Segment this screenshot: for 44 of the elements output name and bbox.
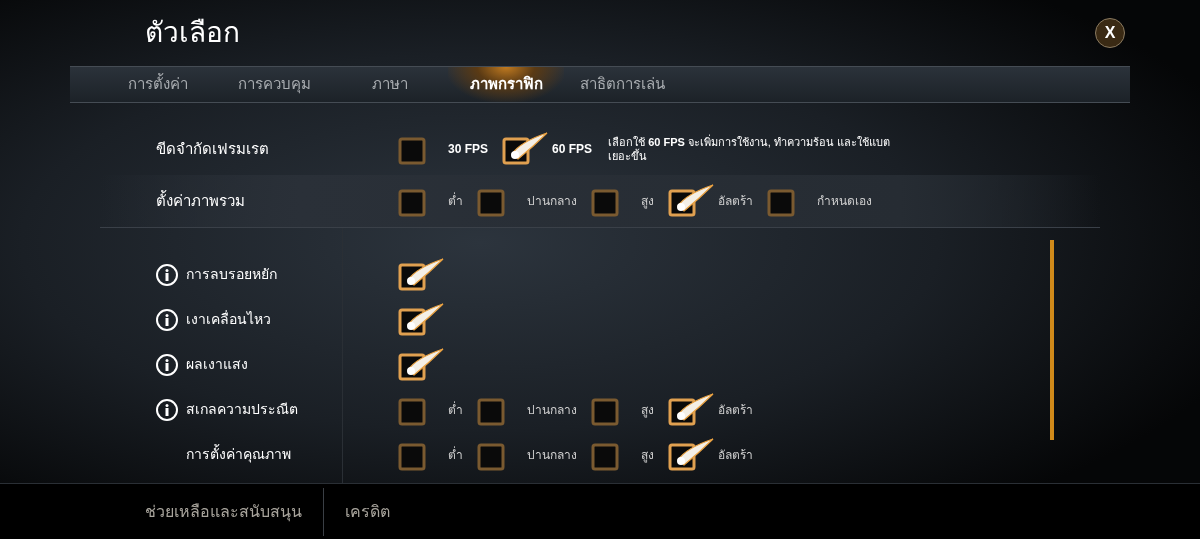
option-label: 30 FPS bbox=[448, 141, 489, 158]
option-label: ปานกลาง bbox=[527, 401, 577, 419]
footer-link[interactable]: ช่วยเหลือและสนับสนุน bbox=[145, 499, 302, 524]
setting-label: ตั้งค่าภาพรวม bbox=[155, 189, 246, 211]
tab[interactable]: ภาพกราฟิก bbox=[448, 67, 564, 102]
footer-link[interactable]: เครดิต bbox=[345, 499, 390, 524]
setting-label: เงาเคลื่อนไหว bbox=[186, 309, 271, 329]
checked-checkbox[interactable] bbox=[398, 302, 444, 337]
option-label: สูง bbox=[641, 446, 654, 464]
option-label: อัลตร้า bbox=[718, 446, 753, 464]
option-label: กำหนดเอง bbox=[817, 193, 872, 210]
setting-label: ขีดจำกัดเฟรมเรต bbox=[155, 138, 270, 159]
checked-checkbox[interactable] bbox=[398, 347, 444, 382]
option-label: อัลตร้า bbox=[718, 193, 753, 210]
option-label: สูง bbox=[641, 401, 654, 419]
note-text: เลือกใช้ 60 FPS จะเพิ่มการใช้งาน, ทำความร้อน และใช้แบตเยอะขึ้น bbox=[608, 135, 892, 163]
option-label: ปานกลาง bbox=[527, 193, 577, 210]
checked-checkbox[interactable] bbox=[668, 184, 714, 218]
tab[interactable]: การตั้งค่า bbox=[100, 67, 216, 102]
option-label: ต่ำ bbox=[448, 192, 463, 210]
checked-checkbox[interactable] bbox=[502, 132, 549, 166]
info-icon[interactable] bbox=[156, 263, 178, 286]
setting-label: การลบรอยหยัก bbox=[186, 265, 277, 284]
scrollbar[interactable] bbox=[1050, 240, 1054, 440]
tab[interactable]: ภาษา bbox=[332, 67, 448, 102]
setting-label: การตั้งค่าคุณภาพ bbox=[186, 444, 291, 465]
close-button[interactable]: X bbox=[1095, 18, 1125, 48]
setting-label: ผลเงาแสง bbox=[186, 355, 248, 374]
info-icon[interactable] bbox=[156, 353, 178, 376]
option-label: 60 FPS bbox=[552, 141, 593, 158]
setting-label: สเกลความประณีต bbox=[186, 400, 298, 419]
tab[interactable]: สาธิตการเล่น bbox=[564, 67, 680, 102]
checked-checkbox[interactable] bbox=[668, 437, 714, 472]
window-title: ตัวเลือก bbox=[145, 16, 240, 50]
option-label: อัลตร้า bbox=[718, 401, 753, 419]
checked-checkbox[interactable] bbox=[398, 257, 444, 292]
option-label: สูง bbox=[641, 193, 654, 210]
checked-checkbox[interactable] bbox=[668, 392, 714, 427]
info-icon[interactable] bbox=[156, 308, 178, 331]
tab[interactable]: การควบคุม bbox=[216, 67, 332, 102]
info-icon[interactable] bbox=[156, 398, 178, 421]
option-label: ต่ำ bbox=[448, 445, 463, 464]
option-label: ปานกลาง bbox=[527, 446, 577, 464]
option-label: ต่ำ bbox=[448, 400, 463, 419]
